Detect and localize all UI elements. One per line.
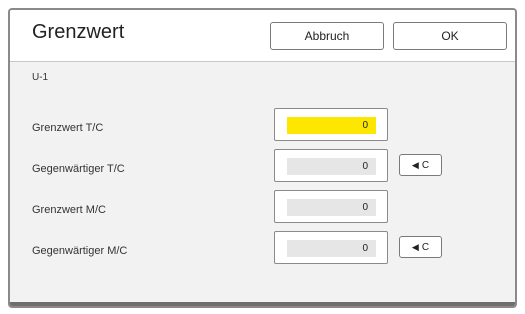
dialog-header: Grenzwert Abbruch OK — [10, 10, 515, 62]
limit-mc-value: 0 — [287, 199, 376, 216]
limit-tc-value: 0 — [287, 117, 376, 134]
current-tc-label: Gegenwärtiger T/C — [32, 163, 125, 175]
cancel-button[interactable]: Abbruch — [270, 22, 384, 50]
left-triangle-icon: ◀ — [411, 241, 419, 252]
current-tc-value: 0 — [287, 158, 376, 175]
limit-mc-field[interactable]: 0 — [274, 190, 388, 223]
limit-tc-label: Grenzwert T/C — [32, 122, 104, 134]
dialog-title: Grenzwert — [32, 21, 125, 43]
current-mc-label: Gegenwärtiger M/C — [32, 245, 128, 257]
left-triangle-icon: ◀ — [411, 159, 419, 170]
current-mc-value: 0 — [287, 240, 376, 257]
ok-button[interactable]: OK — [393, 22, 507, 50]
current-mc-field[interactable]: 0 — [274, 231, 388, 264]
clear-label: C — [421, 159, 430, 171]
limit-mc-label: Grenzwert M/C — [32, 204, 106, 216]
current-tc-field[interactable]: 0 — [274, 149, 388, 182]
clear-label: C — [421, 241, 430, 253]
dialog-frame: Grenzwert Abbruch OK U-1 Grenzwert T/C 0… — [8, 8, 517, 308]
clear-current-tc-button[interactable]: ◀ C — [399, 154, 442, 176]
limit-tc-field[interactable]: 0 — [274, 108, 388, 141]
clear-current-mc-button[interactable]: ◀ C — [399, 236, 442, 258]
unit-label: U-1 — [32, 72, 49, 83]
